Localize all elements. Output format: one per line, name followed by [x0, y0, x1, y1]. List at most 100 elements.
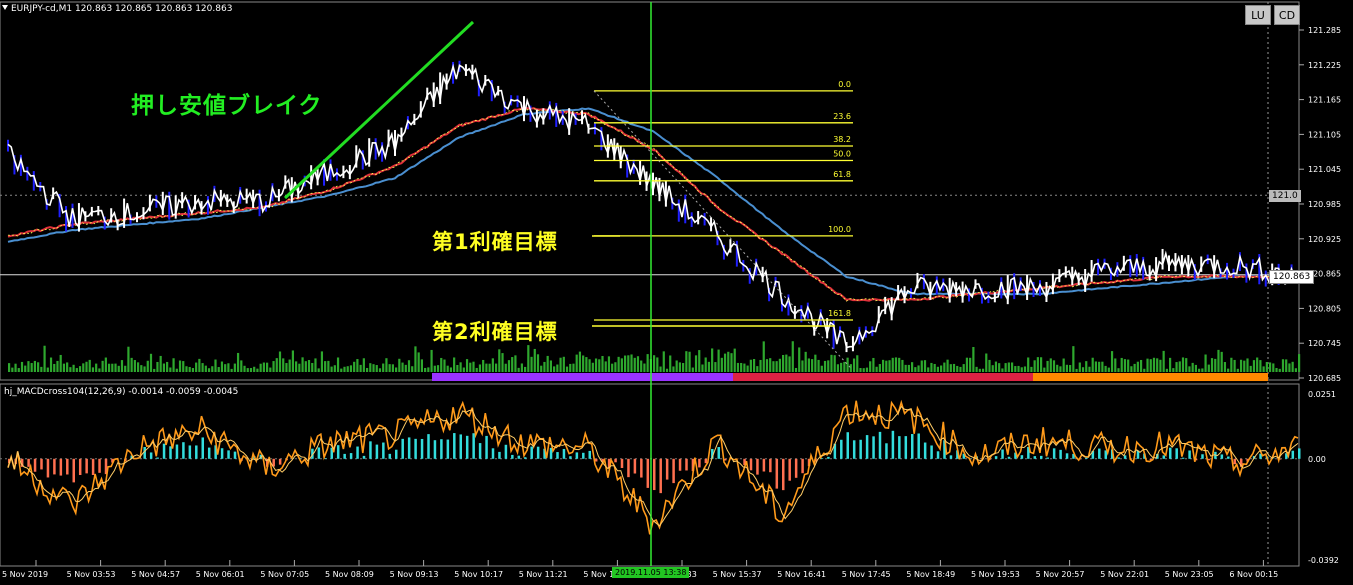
volume-bar — [594, 358, 598, 372]
volume-bar — [607, 356, 611, 372]
volume-bar — [1040, 357, 1043, 372]
time-tick-label: 5 Nov 09:13 — [390, 570, 439, 579]
volume-bar — [1023, 366, 1027, 372]
volume-bar — [224, 364, 227, 372]
volume-bar — [27, 361, 30, 372]
lu-button[interactable]: LU — [1245, 5, 1271, 25]
volume-bar — [901, 359, 904, 372]
volume-bar — [875, 366, 878, 372]
macd-histogram-bar — [1298, 448, 1301, 459]
volume-bar — [1256, 357, 1259, 372]
chart-window[interactable]: 0.0 23.6 38.2 50.0 61.8 100.0 161.8 121.285 121… — [0, 0, 1353, 585]
price-tick-label: 120.685 — [1308, 374, 1341, 383]
volume-bar — [943, 362, 946, 372]
volume-bar — [669, 355, 672, 372]
macd-histogram-bar — [33, 458, 37, 472]
volume-bar — [1291, 361, 1294, 372]
volume-bar — [295, 361, 298, 372]
macd-histogram-bar — [414, 438, 417, 459]
volume-bar — [898, 357, 901, 372]
macd-histogram-bar — [1181, 457, 1185, 459]
volume-bar — [730, 353, 733, 372]
volume-bar — [230, 368, 233, 372]
macd-histogram-bar — [162, 443, 166, 459]
volume-bar — [956, 365, 959, 372]
volume-bar — [1014, 366, 1017, 372]
price-axis-bg — [1301, 0, 1353, 585]
volume-bar — [1001, 368, 1004, 372]
volume-bar — [627, 355, 630, 372]
volume-bar — [672, 366, 675, 372]
volume-bar — [120, 360, 124, 372]
volume-bar — [530, 356, 533, 372]
volume-bar — [469, 362, 472, 372]
macd-histogram-bar — [388, 453, 392, 459]
volume-bar — [962, 364, 965, 372]
volume-bar — [527, 345, 530, 372]
chevron-down-icon[interactable] — [2, 5, 8, 10]
volume-bar — [1130, 366, 1133, 372]
macd-histogram-bar — [1175, 448, 1178, 459]
volume-bar — [520, 363, 523, 372]
volume-bar — [920, 360, 923, 372]
volume-bar — [1065, 364, 1068, 372]
macd-histogram-bar — [594, 458, 598, 462]
volume-bar — [985, 353, 988, 372]
volume-bar — [949, 364, 952, 372]
macd-histogram-bar — [530, 446, 533, 459]
volume-bar — [1091, 357, 1094, 372]
volume-bar — [37, 362, 40, 372]
volume-bar — [198, 358, 201, 372]
price-tick-label: 121.225 — [1308, 61, 1341, 70]
volume-bar — [46, 367, 49, 372]
volume-bar — [30, 363, 33, 372]
volume-bar — [923, 360, 927, 372]
volume-bar — [1127, 359, 1130, 372]
volume-bar — [1188, 366, 1191, 372]
volume-bar — [843, 361, 846, 372]
volume-bar — [975, 366, 978, 372]
volume-bar — [623, 355, 627, 372]
volume-bar — [172, 358, 175, 372]
volume-bar — [769, 358, 772, 372]
macd-histogram-bar — [1052, 448, 1056, 459]
volume-bar — [501, 353, 504, 372]
macd-histogram-bar — [614, 458, 617, 463]
macd-tick-label: -0.0392 — [1308, 556, 1339, 565]
volume-bar — [836, 364, 840, 372]
volume-bar — [220, 361, 224, 372]
volume-bar — [262, 362, 265, 372]
macd-histogram-bar — [149, 452, 153, 459]
macd-histogram-bar — [46, 458, 50, 478]
volume-bar — [575, 354, 578, 372]
volume-bar — [872, 357, 875, 372]
macd-histogram-bar — [769, 458, 772, 473]
volume-bar — [40, 366, 43, 372]
price-tick-label: 120.745 — [1308, 339, 1341, 348]
volume-bar — [820, 365, 823, 372]
macd-histogram-bar — [536, 446, 540, 459]
macd-histogram-bar — [66, 458, 69, 475]
macd-histogram-bar — [143, 447, 146, 459]
macd-histogram-bar — [401, 438, 404, 459]
macd-histogram-bar — [569, 456, 572, 459]
macd-histogram-bar — [1001, 449, 1004, 459]
macd-histogram-bar — [794, 458, 798, 478]
volume-bar — [1278, 368, 1281, 372]
volume-bar — [395, 367, 398, 372]
macd-histogram-bar — [188, 445, 192, 459]
volume-bar — [278, 351, 282, 372]
volume-bar — [1020, 367, 1023, 372]
volume-bar — [1198, 368, 1201, 372]
volume-bar — [291, 350, 294, 372]
volume-bar — [749, 359, 752, 372]
volume-bar — [904, 364, 907, 372]
cd-button[interactable]: CD — [1274, 5, 1300, 25]
volume-bar — [569, 363, 572, 372]
volume-bar — [888, 360, 891, 372]
volume-bar — [653, 355, 656, 372]
macd-histogram-bar — [633, 458, 637, 474]
macd-histogram-bar — [169, 446, 172, 459]
volume-bar — [1043, 367, 1046, 372]
fib-level-label: 38.2 — [833, 135, 851, 144]
